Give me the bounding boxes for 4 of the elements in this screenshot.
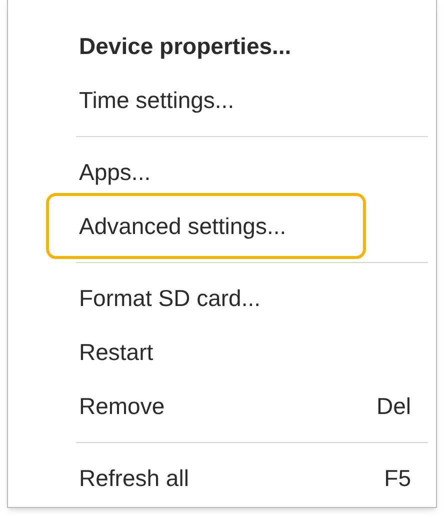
- shortcut-label: Del: [376, 392, 411, 421]
- menu-item[interactable]: Refresh all F5: [46, 445, 414, 511]
- menu-item[interactable]: Advanced settings...: [46, 193, 366, 259]
- shortcut-label: F5: [384, 464, 411, 493]
